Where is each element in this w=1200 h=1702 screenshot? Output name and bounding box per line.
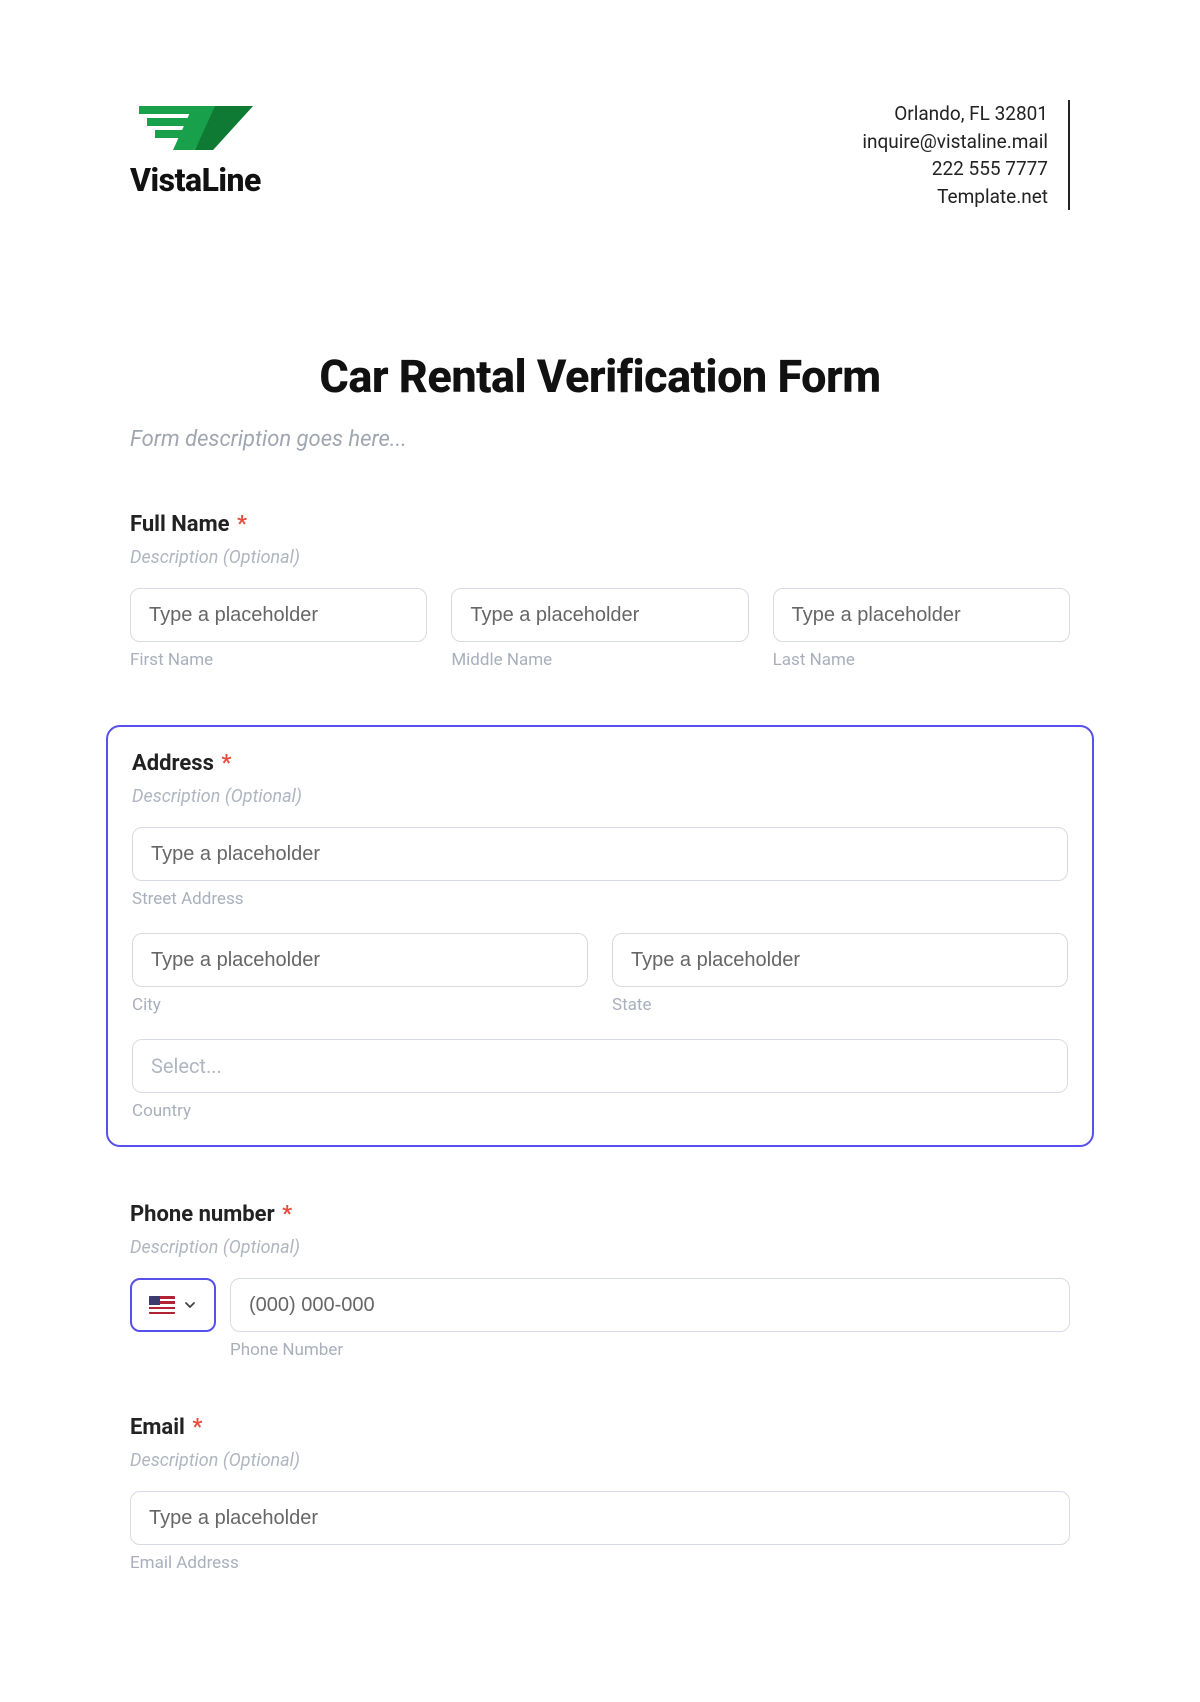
phone-label-text: Phone number (130, 1202, 275, 1227)
last-name-input[interactable] (773, 588, 1070, 642)
city-input[interactable] (132, 933, 588, 987)
brand-name: VistaLine (130, 161, 261, 199)
fullname-label: Full Name * (130, 512, 1070, 537)
phone-section: Phone number * Description (Optional) Ph… (130, 1202, 1070, 1360)
required-mark: * (282, 1202, 292, 1227)
email-label-text: Email (130, 1415, 185, 1440)
city-sublabel: City (132, 995, 588, 1015)
phone-label: Phone number * (130, 1202, 1070, 1227)
middle-name-sublabel: Middle Name (451, 650, 748, 670)
header-phone: 222 555 7777 (862, 155, 1048, 183)
address-section[interactable]: Address * Description (Optional) Street … (106, 725, 1094, 1147)
country-code-dropdown[interactable] (130, 1278, 216, 1332)
brand-logo: VistaLine (130, 100, 261, 199)
state-input[interactable] (612, 933, 1068, 987)
fullname-section: Full Name * Description (Optional) First… (130, 512, 1070, 670)
phone-description: Description (Optional) (130, 1237, 1070, 1258)
address-label-text: Address (132, 751, 214, 776)
header-contact-block: Orlando, FL 32801 inquire@vistaline.mail… (862, 100, 1070, 210)
country-select-placeholder: Select... (151, 1054, 222, 1078)
vistaline-logo-icon (135, 100, 255, 155)
country-select[interactable]: Select... (132, 1039, 1068, 1093)
email-input[interactable] (130, 1491, 1070, 1545)
first-name-sublabel: First Name (130, 650, 427, 670)
us-flag-icon (149, 1296, 175, 1314)
middle-name-input[interactable] (451, 588, 748, 642)
street-address-sublabel: Street Address (132, 889, 1068, 909)
fullname-description: Description (Optional) (130, 547, 1070, 568)
chevron-down-icon (183, 1298, 197, 1312)
country-sublabel: Country (132, 1101, 1068, 1121)
address-description: Description (Optional) (132, 786, 1068, 807)
email-sublabel: Email Address (130, 1553, 1070, 1573)
last-name-sublabel: Last Name (773, 650, 1070, 670)
fullname-label-text: Full Name (130, 512, 230, 537)
form-description: Form description goes here... (130, 427, 1070, 452)
address-label: Address * (132, 751, 1068, 776)
phone-number-input[interactable] (230, 1278, 1070, 1332)
header-site: Template.net (862, 183, 1048, 211)
header-email: inquire@vistaline.mail (862, 128, 1048, 156)
first-name-input[interactable] (130, 588, 427, 642)
street-address-input[interactable] (132, 827, 1068, 881)
required-mark: * (237, 512, 247, 537)
header: VistaLine Orlando, FL 32801 inquire@vist… (130, 100, 1070, 210)
email-description: Description (Optional) (130, 1450, 1070, 1471)
phone-sublabel: Phone Number (230, 1340, 1070, 1360)
form-title: Car Rental Verification Form (130, 350, 1070, 403)
email-section: Email * Description (Optional) Email Add… (130, 1415, 1070, 1573)
required-mark: * (221, 751, 231, 776)
email-label: Email * (130, 1415, 1070, 1440)
required-mark: * (192, 1415, 202, 1440)
state-sublabel: State (612, 995, 1068, 1015)
header-address: Orlando, FL 32801 (862, 100, 1048, 128)
